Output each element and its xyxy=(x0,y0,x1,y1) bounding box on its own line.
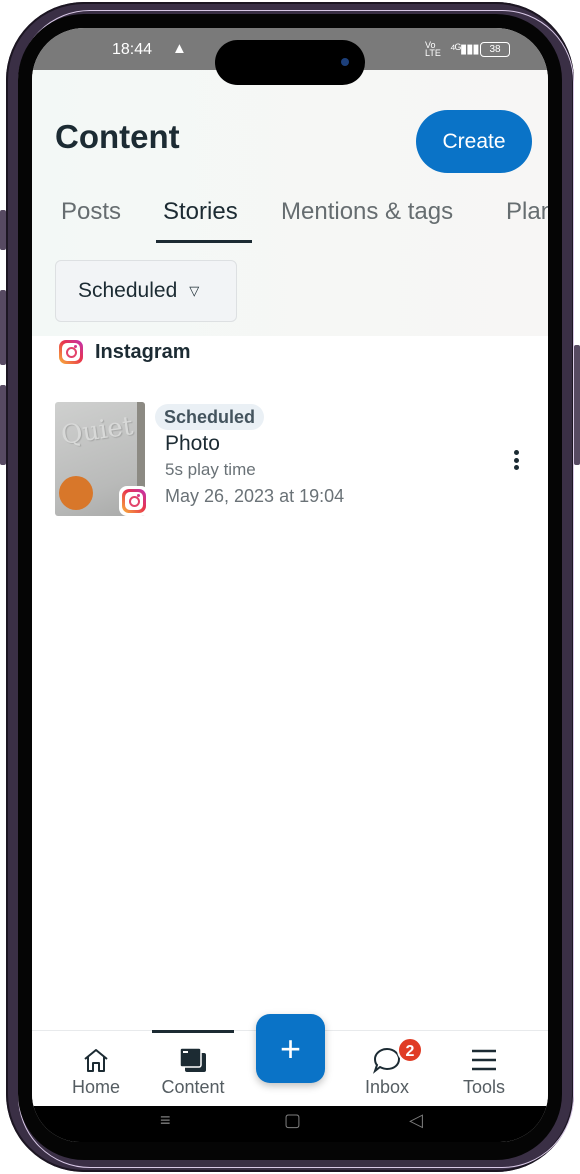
volume-down-button xyxy=(0,385,6,465)
content-tabs: Posts Stories Mentions & tags Planner xyxy=(32,194,548,246)
signal-icon: ⁴ᴳ▮▮▮ xyxy=(450,41,479,56)
thumbnail-sticker xyxy=(59,476,93,510)
tab-mentions-tags[interactable]: Mentions & tags xyxy=(281,198,453,226)
platform-name: Instagram xyxy=(95,340,191,363)
content-icon xyxy=(153,1045,233,1075)
tab-stories[interactable]: Stories xyxy=(163,198,238,226)
volume-up-button xyxy=(0,290,6,365)
instagram-icon xyxy=(122,489,146,513)
story-type: Photo xyxy=(165,432,220,455)
system-nav-bar: ≡ ▢ ◁ xyxy=(32,1106,548,1142)
nav-inbox[interactable]: 2 Inbox xyxy=(347,1037,427,1098)
camera-island xyxy=(215,40,365,85)
status-time: 18:44 xyxy=(112,41,153,58)
nav-inbox-label: Inbox xyxy=(364,1077,410,1097)
create-button[interactable]: Create xyxy=(416,110,532,173)
nav-tools-label: Tools xyxy=(462,1077,506,1097)
chevron-down-icon: ▽ xyxy=(189,283,200,298)
nav-home[interactable]: Home xyxy=(56,1045,136,1098)
nav-tools[interactable]: Tools xyxy=(444,1045,524,1098)
menu-icon xyxy=(444,1045,524,1075)
status-badge: Scheduled xyxy=(155,404,265,430)
active-nav-indicator xyxy=(152,1030,234,1033)
status-filter-dropdown[interactable]: Scheduled ▽ xyxy=(55,260,237,322)
thumbnail-text: Quiet xyxy=(59,411,135,451)
nav-content[interactable]: Content xyxy=(153,1045,233,1098)
recents-icon[interactable]: ≡ xyxy=(160,1110,171,1131)
filter-label: Scheduled xyxy=(78,279,178,302)
story-play-time: 5s play time xyxy=(165,460,256,479)
inbox-count-badge: 2 xyxy=(397,1037,423,1063)
chat-icon: 2 xyxy=(347,1037,427,1075)
active-tab-indicator xyxy=(156,240,252,243)
add-button[interactable]: + xyxy=(256,1014,325,1083)
instagram-icon xyxy=(59,340,83,364)
system-home-icon[interactable]: ▢ xyxy=(284,1110,301,1131)
home-icon xyxy=(56,1045,136,1075)
battery-icon: 38 xyxy=(480,42,510,57)
content-header: Content Create Posts Stories Mentions & … xyxy=(32,70,548,336)
story-scheduled-date: May 26, 2023 at 19:04 xyxy=(165,486,345,506)
screen: 18:44 ▲ Vo LTE ⁴ᴳ▮▮▮ 38 Content Create Po… xyxy=(32,28,548,1142)
nav-content-label: Content xyxy=(161,1077,225,1097)
story-item[interactable]: Quiet Scheduled Photo 5s play time May 2… xyxy=(55,400,535,520)
nav-home-label: Home xyxy=(71,1077,120,1097)
back-icon[interactable]: ◁ xyxy=(409,1110,423,1131)
instagram-badge xyxy=(119,486,149,516)
tab-posts[interactable]: Posts xyxy=(61,198,121,226)
platform-header: Instagram xyxy=(59,340,191,364)
warning-triangle-icon: ▲ xyxy=(172,40,187,57)
tab-planner[interactable]: Planner xyxy=(506,198,548,226)
more-options-icon[interactable] xyxy=(506,446,526,474)
power-button xyxy=(574,345,580,465)
page-title: Content xyxy=(55,118,180,155)
volte-icon: Vo LTE xyxy=(425,40,441,58)
camera-icon xyxy=(341,58,349,66)
side-button xyxy=(0,210,6,250)
